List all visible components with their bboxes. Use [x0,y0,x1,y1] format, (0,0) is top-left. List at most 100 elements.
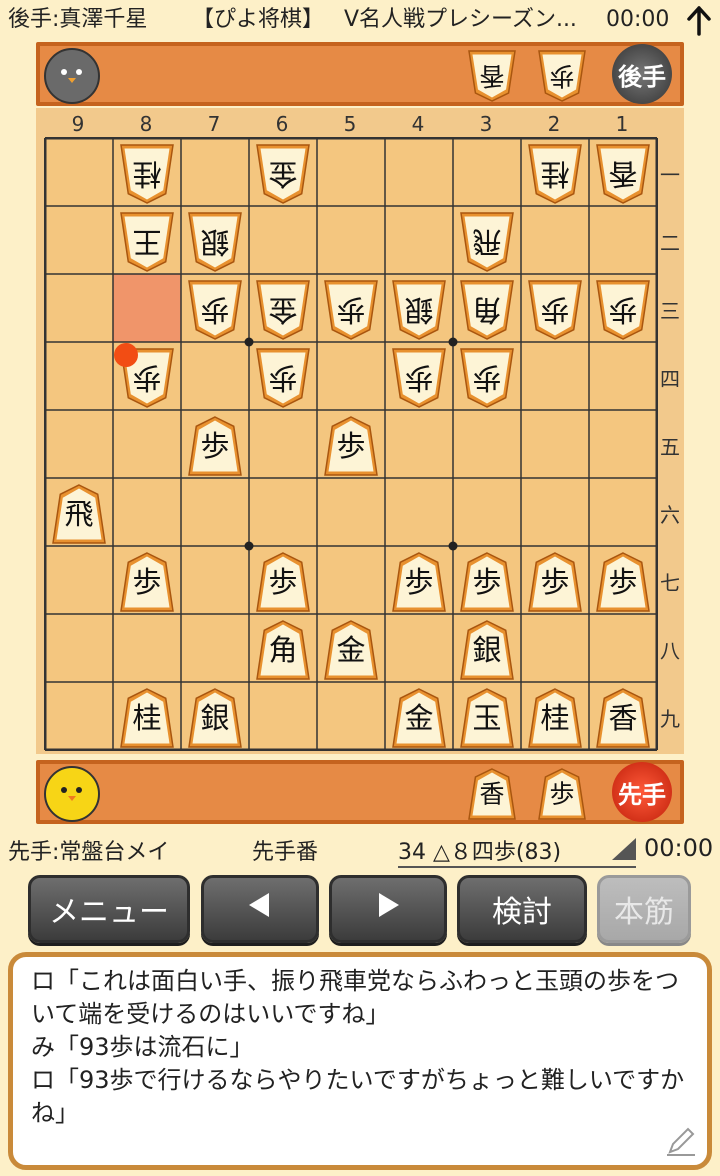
piece-label: 金 [268,293,297,327]
sente-piece[interactable]: 歩 [256,552,310,612]
comment-box: ロ「これは面白い手、振り飛車党ならふわっと玉頭の歩をついて端を受けるのはいいです… [8,952,712,1170]
sente-piece[interactable]: 金 [324,620,378,680]
sente-hand-piece[interactable]: 香 [468,768,516,820]
event-title: V名人戦プレシーズン... [344,7,577,32]
piece-label: 玉 [472,701,501,735]
gote-piece[interactable]: 角 [460,280,514,340]
triangle-right-icon [373,890,403,928]
gote-piece[interactable]: 銀 [188,212,242,272]
sente-piece[interactable]: 飛 [52,484,106,544]
gote-piece[interactable]: 歩 [528,280,582,340]
piece-label: 歩 [549,780,574,809]
sente-piece[interactable]: 歩 [528,552,582,612]
piece-label: 香 [479,62,504,91]
rank-label: 一 [660,163,680,187]
rank-label: 四 [660,367,680,391]
gote-piece[interactable]: 歩 [596,280,650,340]
site-title: 【ぴよ将棋】 [192,7,325,32]
last-move-marker [114,343,138,367]
menu-button[interactable]: メニュー [28,875,190,943]
star-point [244,541,254,551]
sente-piece[interactable]: 桂 [528,688,582,748]
gote-piece[interactable]: 歩 [392,348,446,408]
sente-piece[interactable]: 歩 [120,552,174,612]
mainline-button-label: 本筋 [614,895,674,930]
piece-label: 歩 [608,565,637,599]
star-point [448,337,458,347]
analyze-button[interactable]: 検討 [457,875,587,943]
piece-label: 金 [404,701,433,735]
gote-hand-piece[interactable]: 歩 [538,50,586,102]
piece-label: 歩 [268,565,297,599]
pencil-icon[interactable] [664,1124,698,1158]
piece-label: 歩 [268,361,297,395]
piece-label: 歩 [549,62,574,91]
current-move[interactable]: 34 △８四歩(83) [398,834,636,868]
sente-piece[interactable]: 歩 [324,416,378,476]
sente-piece[interactable]: 歩 [460,552,514,612]
gote-piece[interactable]: 歩 [256,348,310,408]
star-point [448,541,458,551]
gote-piece[interactable]: 香 [596,144,650,204]
sente-piece[interactable]: 玉 [460,688,514,748]
piece-label: 香 [608,701,637,735]
shogi-board[interactable]: 桂金桂香王銀飛歩金歩銀角歩歩歩歩歩歩歩 歩飛歩歩歩歩歩歩角金銀桂銀金玉桂香 [44,137,658,751]
file-label: 5 [343,112,357,136]
triangle-left-icon [245,890,275,928]
gote-piece[interactable]: 歩 [188,280,242,340]
gote-piece[interactable]: 桂 [528,144,582,204]
piece-label: 歩 [404,565,433,599]
sente-piece[interactable]: 銀 [460,620,514,680]
prev-move-button[interactable] [201,875,319,943]
piece-label: 銀 [404,293,433,327]
next-move-button[interactable] [329,875,447,943]
gote-piece[interactable]: 王 [120,212,174,272]
sente-hand-piece[interactable]: 歩 [538,768,586,820]
gote-piece[interactable]: 歩 [460,348,514,408]
file-label: 6 [275,112,289,136]
piece-label: 飛 [64,497,93,531]
gote-turn-label: 後手 [618,62,666,91]
gote-piece[interactable]: 飛 [460,212,514,272]
dropdown-corner-icon[interactable] [612,838,636,860]
sente-piece[interactable]: 歩 [596,552,650,612]
piece-label: 歩 [336,293,365,327]
piece-label: 角 [472,293,501,327]
piece-label: 歩 [608,293,637,327]
turn-status: 先手番 [252,840,319,865]
gote-piece[interactable]: 歩 [324,280,378,340]
piece-label: 金 [268,157,297,191]
arrow-up-icon[interactable] [684,4,714,36]
piece-label: 歩 [200,429,229,463]
sente-piece[interactable]: 歩 [392,552,446,612]
gote-piece[interactable]: 桂 [120,144,174,204]
sente-piece[interactable]: 香 [596,688,650,748]
gote-piece[interactable]: 銀 [392,280,446,340]
piece-label: 銀 [200,701,229,735]
file-label: 3 [479,112,493,136]
gote-piece[interactable]: 金 [256,280,310,340]
gote-hand-pieces: 香歩 [466,48,606,102]
piece-label: 歩 [336,429,365,463]
rank-label: 三 [660,299,680,323]
sente-piece[interactable]: 角 [256,620,310,680]
sente-piece[interactable]: 金 [392,688,446,748]
rank-label: 九 [660,707,680,731]
sente-piece[interactable]: 銀 [188,688,242,748]
gote-hand-svg: 香歩 [468,50,586,102]
gote-piece[interactable]: 金 [256,144,310,204]
sente-turn-badge: 先手 [612,762,672,822]
black-chick-avatar[interactable] [44,48,100,104]
file-label: 8 [139,112,153,136]
sente-piece[interactable]: 桂 [120,688,174,748]
file-label: 4 [411,112,425,136]
sente-hand-pieces: 香歩 [466,766,606,820]
yellow-chick-avatar[interactable] [44,766,100,822]
piece-label: 金 [336,633,365,667]
rank-label: 八 [660,639,680,663]
gote-hand-piece[interactable]: 香 [468,50,516,102]
opponent-name: 後手:真澤千星 [8,7,148,32]
piece-label: 歩 [404,361,433,395]
piece-label: 銀 [200,225,229,259]
sente-piece[interactable]: 歩 [188,416,242,476]
